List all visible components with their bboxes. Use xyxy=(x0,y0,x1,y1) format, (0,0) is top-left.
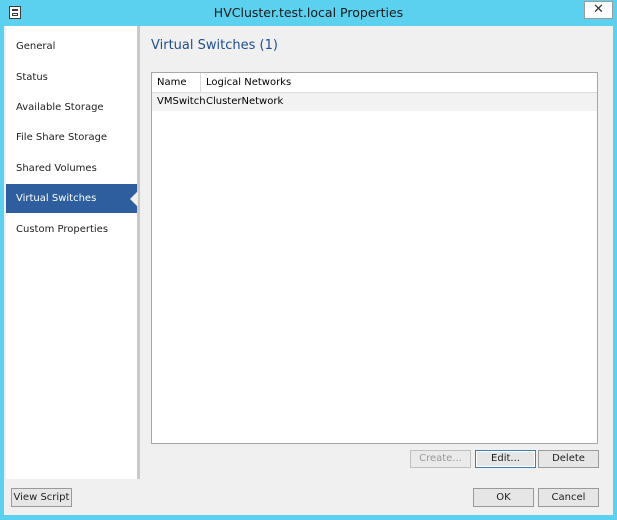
nav-item-label: Available Storage xyxy=(16,102,104,113)
nav-item-label: File Share Storage xyxy=(16,132,108,143)
nav-item-general[interactable]: General xyxy=(6,32,137,61)
navigation-pane: General Status Available Storage File Sh… xyxy=(6,26,140,479)
table-row[interactable]: VMSwitch ClusterNetwork xyxy=(152,93,597,111)
nav-item-label: General xyxy=(16,41,56,52)
close-button[interactable]: ✕ xyxy=(584,1,613,19)
nav-item-status[interactable]: Status xyxy=(6,63,137,92)
delete-button[interactable]: Delete xyxy=(538,450,599,468)
column-header-name[interactable]: Name xyxy=(152,73,201,92)
dialog-footer: View Script OK Cancel xyxy=(4,479,613,515)
ok-button[interactable]: OK xyxy=(473,488,534,507)
cancel-button[interactable]: Cancel xyxy=(538,488,599,507)
nav-item-file-share-storage[interactable]: File Share Storage xyxy=(6,123,137,152)
content-pane: Virtual Switches (1) Name Logical Networ… xyxy=(140,26,613,479)
nav-item-label: Custom Properties xyxy=(16,224,109,235)
nav-item-label: Status xyxy=(16,72,48,83)
virtual-switches-table: Name Logical Networks VMSwitch ClusterNe… xyxy=(151,72,598,444)
window-title: HVCluster.test.local Properties xyxy=(213,5,404,20)
title-bar[interactable]: HVCluster.test.local Properties ✕ xyxy=(0,0,617,26)
nav-item-shared-volumes[interactable]: Shared Volumes xyxy=(6,154,137,183)
nav-item-custom-properties[interactable]: Custom Properties xyxy=(6,215,137,244)
create-button[interactable]: Create... xyxy=(410,450,471,468)
cell-logical-networks: ClusterNetwork xyxy=(206,96,284,107)
nav-item-available-storage[interactable]: Available Storage xyxy=(6,93,137,122)
properties-window: HVCluster.test.local Properties ✕ Genera… xyxy=(0,0,617,520)
table-header: Name Logical Networks xyxy=(152,73,597,93)
nav-item-virtual-switches[interactable]: Virtual Switches xyxy=(6,184,138,213)
view-script-button[interactable]: View Script xyxy=(11,488,72,507)
edit-button[interactable]: Edit... xyxy=(475,450,536,468)
nav-item-label: Shared Volumes xyxy=(16,163,97,174)
close-icon: ✕ xyxy=(593,2,604,17)
page-title: Virtual Switches (1) xyxy=(151,38,278,53)
cell-name: VMSwitch xyxy=(157,96,206,107)
column-header-logical-networks[interactable]: Logical Networks xyxy=(201,73,597,92)
dialog-body: General Status Available Storage File Sh… xyxy=(4,26,613,515)
nav-item-label: Virtual Switches xyxy=(16,193,97,204)
